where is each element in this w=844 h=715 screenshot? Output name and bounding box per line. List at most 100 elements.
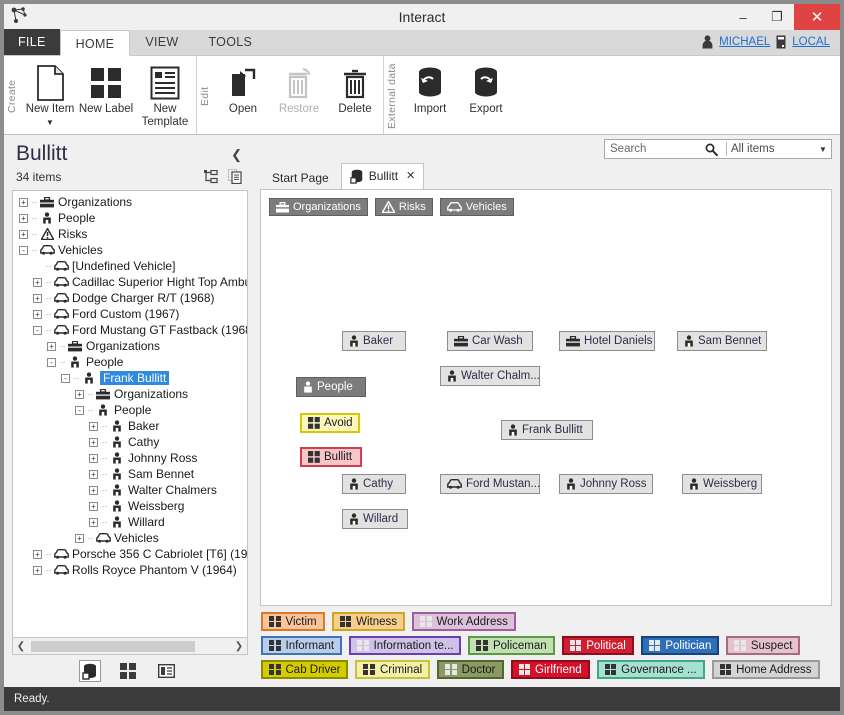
graph-node-walter[interactable]: Walter Chalm... <box>440 366 540 386</box>
expand-toggle[interactable]: + <box>33 277 42 287</box>
expand-toggle[interactable]: + <box>89 501 98 511</box>
tree-item[interactable]: + ·· Willard <box>13 514 247 530</box>
expand-toggle[interactable]: + <box>47 341 56 351</box>
tree-item[interactable]: + ·· Johnny Ross <box>13 450 247 466</box>
expand-toggle[interactable]: + <box>19 229 28 239</box>
graph-canvas[interactable]: Organizations Risks Vehicles Baker Car W… <box>260 189 832 606</box>
legend-chip-work-address[interactable]: Work Address <box>412 612 516 631</box>
tree-item[interactable]: - ·· Ford Mustang GT Fastback (1968) <box>13 322 247 338</box>
tree-item[interactable]: + ·· Organizations <box>13 386 247 402</box>
expand-toggle[interactable]: + <box>89 453 98 463</box>
graph-node-fordm[interactable]: Ford Mustan... <box>440 474 540 494</box>
export-button[interactable]: Export <box>458 58 514 134</box>
search-input[interactable] <box>605 142 701 156</box>
tree-item[interactable]: + ·· Porsche 356 C Cabriolet [T6] (1964) <box>13 546 247 562</box>
collapse-toggle[interactable]: - <box>33 325 42 335</box>
expand-toggle[interactable]: + <box>89 421 98 431</box>
collapse-toggle[interactable]: - <box>19 245 28 255</box>
collapse-toggle[interactable]: - <box>61 373 70 383</box>
expand-toggle[interactable]: + <box>89 437 98 447</box>
scroll-thumb[interactable] <box>31 640 195 652</box>
tree-item[interactable]: - ·· People <box>13 354 247 370</box>
tree-item[interactable]: - ·· Vehicles <box>13 242 247 258</box>
expand-toggle[interactable]: + <box>33 565 42 575</box>
legend-chip-policeman[interactable]: Policeman <box>468 636 555 655</box>
graph-node-hotel[interactable]: Hotel Daniels <box>559 331 655 351</box>
tree-item[interactable]: + ·· Cadillac Superior Hight Top Ambular <box>13 274 247 290</box>
expand-toggle[interactable]: + <box>75 389 84 399</box>
legend-chip-governance[interactable]: Governance ... <box>596 660 705 679</box>
tree-item[interactable]: + ·· Dodge Charger R/T (1968) <box>13 290 247 306</box>
expand-toggle[interactable]: + <box>89 517 98 527</box>
copy-list-icon[interactable] <box>228 169 242 184</box>
expand-toggle[interactable]: + <box>19 197 28 207</box>
legend-chip-suspect[interactable]: Suspect <box>726 636 801 655</box>
tree-item[interactable]: + ·· People <box>13 210 247 226</box>
detail-view-icon[interactable] <box>155 660 177 682</box>
graph-node-people[interactable]: People <box>296 377 366 397</box>
tree-view-icon[interactable] <box>204 169 218 184</box>
expand-toggle[interactable]: + <box>33 293 42 303</box>
tree-item[interactable]: + ·· Weissberg <box>13 498 247 514</box>
tree-item[interactable]: + ·· Sam Bennet <box>13 466 247 482</box>
open-button[interactable]: Open <box>215 58 271 134</box>
legend-chip-informant[interactable]: Informant <box>261 636 343 655</box>
legend-chip-victim[interactable]: Victim <box>261 612 325 631</box>
grid-view-icon[interactable] <box>117 660 139 682</box>
tab-start-page[interactable]: Start Page <box>260 167 341 189</box>
chevron-left-icon[interactable]: ❮ <box>231 147 242 163</box>
tree-item[interactable]: + ·· Organizations <box>13 338 247 354</box>
tree-item[interactable]: - ·· Frank Bullitt <box>13 370 247 386</box>
expand-toggle[interactable]: + <box>89 469 98 479</box>
graph-node-weissberg[interactable]: Weissberg <box>682 474 762 494</box>
ribbon-tab-tools[interactable]: TOOLS <box>193 29 267 55</box>
legend-chip-political[interactable]: Political <box>561 636 634 655</box>
expand-toggle[interactable]: + <box>75 533 84 543</box>
ribbon-tab-home[interactable]: HOME <box>59 30 131 56</box>
graph-node-bullittl[interactable]: Bullitt <box>300 447 362 467</box>
graph-node-baker[interactable]: Baker <box>342 331 406 351</box>
expand-toggle[interactable]: + <box>33 309 42 319</box>
expand-toggle[interactable]: + <box>89 485 98 495</box>
tree-item[interactable]: ·· [Undefined Vehicle] <box>13 258 247 274</box>
graph-node-willard[interactable]: Willard <box>342 509 408 529</box>
delete-button[interactable]: Delete <box>327 58 383 134</box>
legend-chip-politician[interactable]: Politician <box>640 636 720 655</box>
scroll-right-arrow[interactable]: ❯ <box>231 641 247 652</box>
filter-pill-organizations[interactable]: Organizations <box>269 198 368 216</box>
restore-button[interactable]: Restore <box>271 58 327 134</box>
ribbon-tab-view[interactable]: VIEW <box>130 29 193 55</box>
collapse-toggle[interactable]: - <box>47 357 56 367</box>
filter-pill-risks[interactable]: Risks <box>374 198 433 216</box>
graph-node-avoid[interactable]: Avoid <box>300 413 360 433</box>
legend-chip-information-te[interactable]: Information te... <box>349 636 462 655</box>
tree-item[interactable]: + ·· Vehicles <box>13 530 247 546</box>
server-name-link[interactable]: LOCAL <box>792 36 830 48</box>
new-label-button[interactable]: New Label <box>78 58 134 134</box>
tree-item[interactable]: + ·· Rolls Royce Phantom V (1964) <box>13 562 247 578</box>
tree-item[interactable]: + ·· Ford Custom (1967) <box>13 306 247 322</box>
graph-node-johnny[interactable]: Johnny Ross <box>559 474 653 494</box>
legend-chip-home-address[interactable]: Home Address <box>711 660 820 679</box>
graph-node-frank[interactable]: Frank Bullitt <box>501 420 593 440</box>
filter-pill-vehicles[interactable]: Vehicles <box>439 198 514 216</box>
legend-chip-girlfriend[interactable]: Girlfriend <box>510 660 590 679</box>
import-button[interactable]: Import <box>402 58 458 134</box>
expand-toggle[interactable]: + <box>19 213 28 223</box>
user-name-link[interactable]: MICHAEL <box>719 36 770 48</box>
graph-node-sambennet[interactable]: Sam Bennet <box>677 331 767 351</box>
new-template-button[interactable]: New Template <box>134 58 196 134</box>
database-view-icon[interactable] <box>79 660 101 682</box>
graph-node-carwash[interactable]: Car Wash <box>447 331 533 351</box>
new-item-button[interactable]: New Item ▼ <box>22 58 78 134</box>
legend-chip-cab-driver[interactable]: Cab Driver <box>261 660 349 679</box>
close-icon[interactable]: ✕ <box>406 164 415 189</box>
tab-bullitt[interactable]: Bullitt ✕ <box>340 163 425 189</box>
tree-item[interactable]: + ·· Risks <box>13 226 247 242</box>
scroll-left-arrow[interactable]: ❮ <box>13 641 29 652</box>
ribbon-tab-file[interactable]: FILE <box>4 29 60 55</box>
tree-item[interactable]: + ·· Cathy <box>13 434 247 450</box>
tree-item[interactable]: + ·· Walter Chalmers <box>13 482 247 498</box>
item-tree[interactable]: + ·· Organizations + ·· People + ·· Risks - ·· Vehi… <box>12 190 248 638</box>
legend-chip-criminal[interactable]: Criminal <box>355 660 431 679</box>
